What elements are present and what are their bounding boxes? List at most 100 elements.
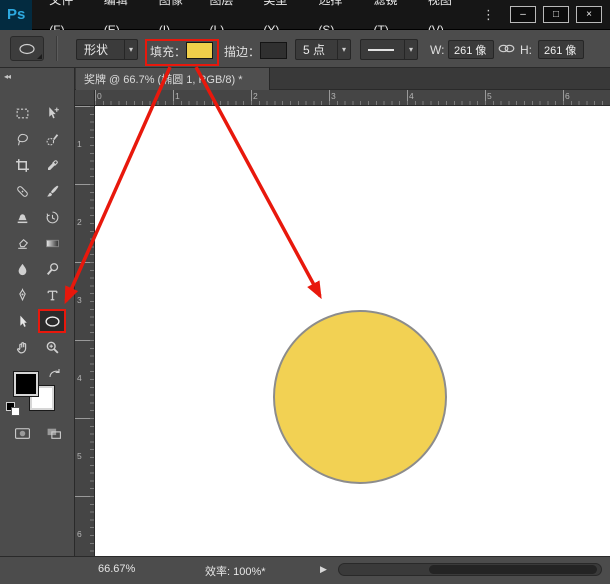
move-icon [48, 106, 59, 118]
minimize-button[interactable]: – [510, 6, 536, 23]
move-tool[interactable] [38, 101, 66, 125]
bandage-icon [16, 185, 28, 197]
quick-selection-icon [46, 133, 58, 145]
dodge-icon [46, 262, 58, 275]
document-tab-title: 奖牌 @ 66.7% (椭圆 1, RGB/8) * [84, 74, 243, 86]
ruler-number: 6 [77, 529, 82, 539]
horizontal-scrollbar[interactable] [338, 563, 602, 576]
lasso-icon [17, 133, 28, 146]
horizontal-ruler: 0 1 2 3 4 5 6 [95, 90, 610, 106]
ruler-number: 1 [77, 139, 82, 149]
ruler-number: 0 [97, 91, 102, 101]
ellipse-tool[interactable] [38, 309, 66, 333]
default-background-icon [11, 407, 20, 416]
dodge-tool[interactable] [38, 257, 66, 281]
zoom-tool[interactable] [38, 335, 66, 359]
width-input[interactable]: 261 像 [448, 40, 494, 59]
quick-mask-button[interactable] [8, 422, 36, 444]
crop-tool[interactable] [8, 153, 36, 177]
ruler-number: 5 [77, 451, 82, 461]
stroke-label: 描边： [224, 45, 261, 59]
selection-arrow-icon [19, 315, 27, 327]
path-selection-tool[interactable] [8, 309, 36, 333]
default-colors-icon[interactable] [6, 402, 20, 416]
eraser-tool[interactable] [8, 231, 36, 255]
fill-label: 填充： [150, 45, 187, 59]
magnifier-icon [46, 341, 59, 354]
eyedropper-tool[interactable] [38, 153, 66, 177]
healing-brush-tool[interactable] [8, 179, 36, 203]
ruler-number: 4 [77, 373, 82, 383]
document-canvas[interactable] [95, 106, 610, 556]
ruler-origin-corner[interactable] [75, 90, 95, 106]
stroke-type-select[interactable]: ▾ [360, 39, 418, 60]
stroke-width-select[interactable]: 5 点 ▾ [295, 39, 351, 60]
photoshop-logo: Ps [0, 0, 33, 30]
close-button[interactable]: × [576, 6, 602, 23]
ruler-number: 2 [253, 91, 258, 101]
droplet-icon [18, 263, 26, 275]
foreground-color-swatch[interactable] [13, 371, 39, 397]
options-divider [56, 36, 58, 61]
eraser-icon [17, 238, 28, 249]
chevron-down-icon: ▾ [123, 40, 137, 59]
screen-mode-button[interactable] [40, 422, 68, 444]
tab-bar: ◂◂ 奖牌 @ 66.7% (椭圆 1, RGB/8) * [0, 68, 610, 90]
chevron-down-icon: ▾ [403, 40, 417, 59]
type-tool[interactable] [38, 283, 66, 307]
tool-preset-button[interactable] [10, 36, 44, 61]
gradient-tool[interactable] [38, 231, 66, 255]
ellipse-icon [44, 315, 60, 327]
toolbar-header: ◂◂ [0, 68, 75, 90]
history-brush-icon [46, 211, 58, 223]
collapse-panel-icon[interactable]: ◂◂ [4, 72, 11, 81]
clone-stamp-tool[interactable] [8, 205, 36, 229]
options-bar: 形状 ▾ 填充： 描边： 5 点 ▾ ▾ W: 261 像 H: 261 像 [0, 30, 610, 68]
tool-mode-value: 形状 [84, 43, 109, 57]
hand-tool[interactable] [8, 335, 36, 359]
brush-icon [46, 185, 58, 197]
vertical-ruler: 1 2 3 4 5 6 [75, 106, 95, 556]
pen-tool[interactable] [8, 283, 36, 307]
stroke-color-swatch[interactable] [260, 42, 287, 59]
ruler-number: 2 [77, 217, 82, 227]
status-menu-arrow-icon[interactable]: ▶ [320, 564, 327, 575]
hand-icon [16, 341, 26, 353]
preset-corner-icon [37, 54, 42, 59]
solid-line-icon [368, 48, 394, 51]
history-brush-tool[interactable] [38, 205, 66, 229]
blur-tool[interactable] [8, 257, 36, 281]
stamp-icon [17, 213, 27, 223]
quick-mask-icon [14, 427, 30, 439]
zoom-level-field[interactable]: 66.67% [98, 563, 135, 575]
swap-colors-icon[interactable] [48, 368, 62, 380]
stroke-width-value: 5 点 [303, 43, 326, 57]
status-bar: 66.67% 效率: 100%* ▶ [0, 556, 610, 584]
scrollbar-thumb[interactable] [429, 565, 597, 574]
crop-icon [15, 158, 29, 172]
rectangular-marquee-tool[interactable] [8, 101, 36, 125]
window-controls: – □ × [503, 6, 610, 23]
ellipse-preset-icon [19, 43, 35, 54]
height-label: H: [520, 43, 532, 57]
tools-panel [0, 90, 75, 556]
ruler-number: 5 [487, 91, 492, 101]
menu-overflow-icon[interactable]: ⋮ [474, 7, 503, 23]
height-input[interactable]: 261 像 [538, 40, 584, 59]
ruler-number: 3 [331, 91, 336, 101]
quick-selection-tool[interactable] [38, 127, 66, 151]
title-bar: Ps 文件(F) 编辑(E) 图像(I) 图层(L) 类型(Y) 选择(S) 滤… [0, 0, 610, 37]
fill-color-swatch[interactable] [186, 42, 213, 59]
tool-mode-select[interactable]: 形状 ▾ [76, 39, 138, 60]
maximize-button[interactable]: □ [543, 6, 569, 23]
ruler-number: 3 [77, 295, 82, 305]
brush-tool[interactable] [38, 179, 66, 203]
document-tab[interactable]: 奖牌 @ 66.7% (椭圆 1, RGB/8) * [76, 68, 270, 90]
ruler-number: 1 [175, 91, 180, 101]
lasso-tool[interactable] [8, 127, 36, 151]
yellow-ellipse-shape[interactable] [273, 310, 447, 484]
efficiency-indicator: 效率: 100%* [205, 566, 266, 578]
gradient-icon [45, 239, 59, 247]
link-dimensions-icon[interactable] [498, 42, 515, 60]
pen-icon [18, 288, 26, 301]
